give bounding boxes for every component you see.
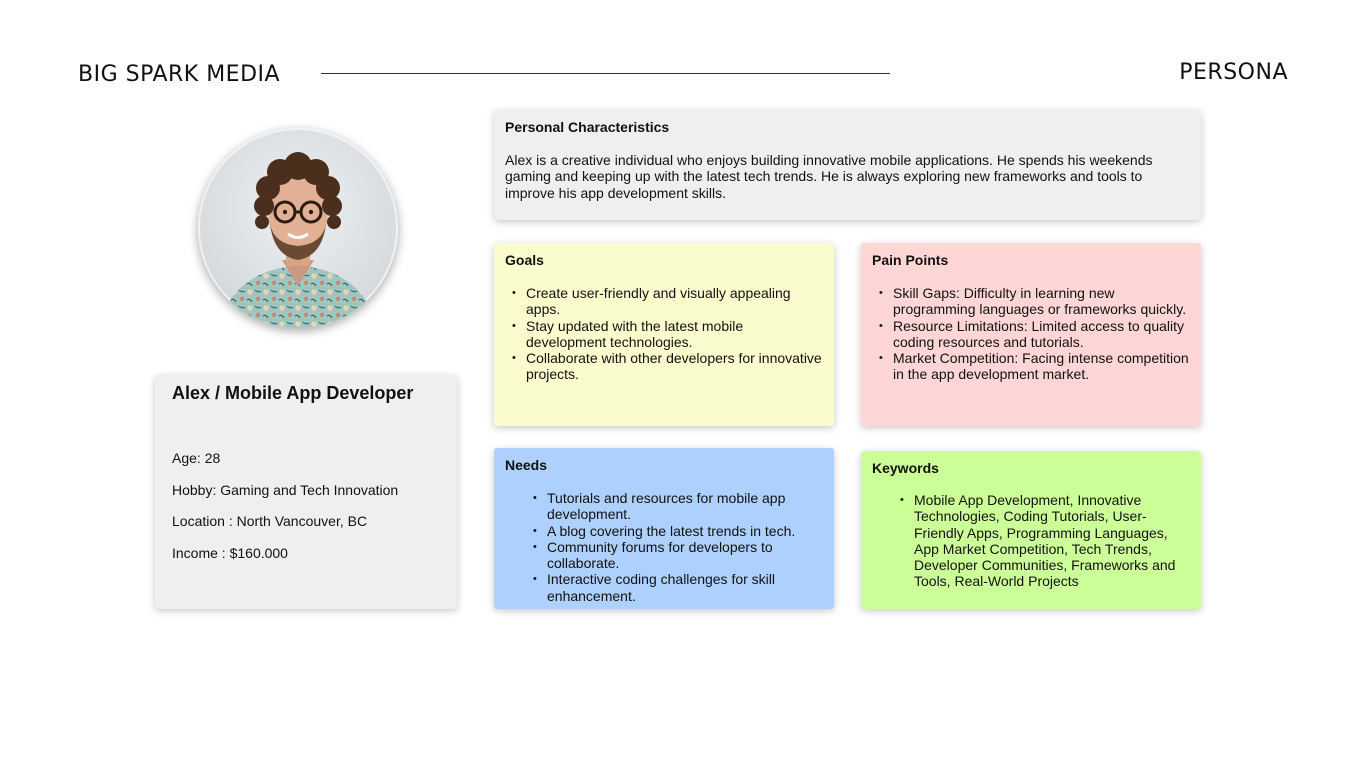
keywords-card: Keywords Mobile App Development, Innovat…	[861, 451, 1201, 609]
portrait-photo-icon	[218, 152, 378, 328]
profile-income: Income : $160.000	[172, 544, 288, 561]
needs-list: Tutorials and resources for mobile app d…	[505, 490, 823, 604]
needs-card: Needs Tutorials and resources for mobile…	[494, 448, 834, 609]
profile-age: Age: 28	[172, 450, 221, 466]
list-item: Tutorials and resources for mobile app d…	[526, 490, 823, 523]
header-divider	[321, 73, 890, 74]
list-item: Create user-friendly and visually appeal…	[505, 285, 823, 318]
profile-card: Alex / Mobile App Developer Age: 28 Hobb…	[155, 375, 457, 609]
brand-name: BIG SPARK MEDIA	[78, 62, 281, 87]
keywords-title: Keywords	[872, 460, 939, 476]
needs-title: Needs	[505, 457, 548, 473]
goals-card: Goals Create user-friendly and visually …	[494, 243, 834, 426]
pain-points-title: Pain Points	[872, 252, 949, 268]
list-item: Mobile App Development, Innovative Techn…	[893, 492, 1190, 590]
pain-points-list: Skill Gaps: Difficulty in learning new p…	[872, 285, 1190, 383]
list-item: Community forums for developers to colla…	[526, 539, 823, 572]
pain-points-card: Pain Points Skill Gaps: Difficulty in le…	[861, 243, 1201, 426]
list-item: Resource Limitations: Limited access to …	[872, 318, 1190, 351]
personal-characteristics-text: Alex is a creative individual who enjoys…	[505, 152, 1153, 201]
personal-characteristics-title: Personal Characteristics	[505, 119, 670, 135]
list-item: Stay updated with the latest mobile deve…	[505, 318, 823, 351]
list-item: A blog covering the latest trends in tec…	[526, 523, 823, 540]
avatar	[198, 128, 398, 328]
list-item: Market Competition: Facing intense compe…	[872, 350, 1190, 383]
list-item: Interactive coding challenges for skill …	[526, 571, 823, 604]
goals-list: Create user-friendly and visually appeal…	[505, 285, 823, 383]
persona-name-title: Alex / Mobile App Developer	[172, 383, 414, 403]
list-item: Collaborate with other developers for in…	[505, 350, 823, 383]
goals-title: Goals	[505, 252, 544, 268]
keywords-list: Mobile App Development, Innovative Techn…	[872, 492, 1190, 590]
list-item: Skill Gaps: Difficulty in learning new p…	[872, 285, 1190, 318]
profile-hobby: Hobby: Gaming and Tech Innovation	[172, 481, 399, 498]
personal-characteristics-card: Personal Characteristics Alex is a creat…	[494, 110, 1201, 220]
profile-location: Location : North Vancouver, BC	[172, 513, 368, 529]
page-label: PERSONA	[1179, 60, 1288, 85]
